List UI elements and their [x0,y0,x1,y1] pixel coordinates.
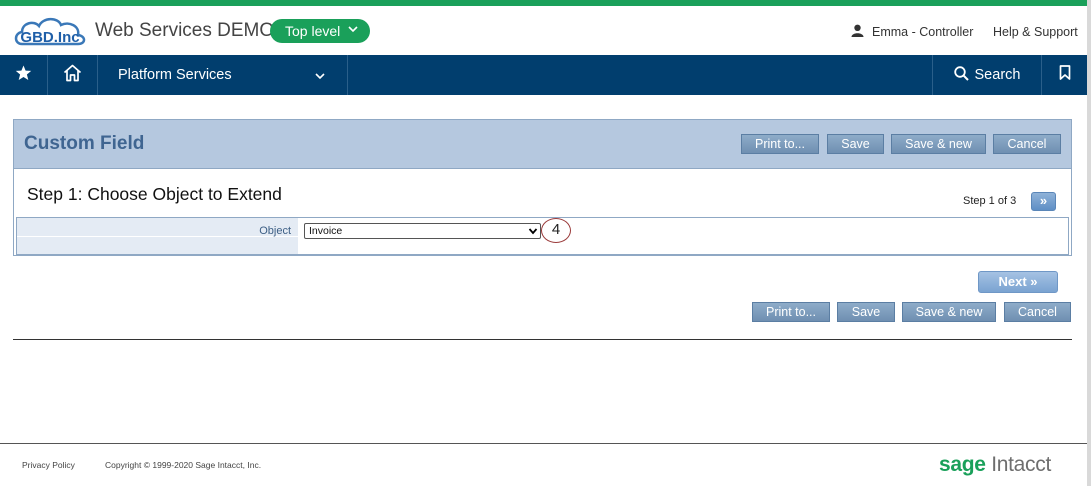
help-support-link[interactable]: Help & Support [993,25,1078,39]
save-button[interactable]: Save [827,134,884,154]
chevron-down-icon [315,68,325,84]
object-select-value: Invoice [309,225,343,237]
bookmark-button[interactable] [1042,55,1087,95]
bottom-print-to-button[interactable]: Print to... [752,302,830,322]
platform-services-menu[interactable]: Platform Services [98,55,348,95]
search-icon [953,65,969,85]
search-label: Search [974,67,1021,83]
top-level-button[interactable]: Top level [270,19,371,43]
step-title: Step 1: Choose Object to Extend [27,184,282,204]
scrollbar[interactable] [1087,0,1091,486]
object-field-row: Object Invoice 4 [16,217,1069,255]
star-icon [15,65,32,86]
cloud-logo-icon: GBD.Inc [14,17,86,46]
footer-divider [0,443,1087,444]
search-button[interactable]: Search [932,55,1042,95]
app-header: GBD.Inc Web Services DEMO Top level Emma… [0,6,1087,55]
sage-intacct-logo: sage Intacct [939,453,1051,477]
save-and-new-button[interactable]: Save & new [891,134,986,154]
bottom-save-and-new-button[interactable]: Save & new [902,302,996,322]
page-title: Custom Field [24,133,145,154]
panel-header: Custom Field Print to... Save Save & new… [14,120,1071,169]
platform-services-label: Platform Services [118,67,232,83]
object-field-label: Object [259,225,291,237]
content-divider [13,339,1072,340]
brand-intacct: Intacct [991,453,1051,476]
object-select[interactable]: Invoice [304,223,541,239]
custom-field-panel: Custom Field Print to... Save Save & new… [13,119,1072,256]
chevron-down-icon [348,19,358,43]
copyright-text: Copyright © 1999-2020 Sage Intacct, Inc. [105,460,262,470]
step-next-button[interactable]: » [1031,192,1056,211]
user-menu[interactable]: Emma - Controller [851,24,973,40]
logo-text: GBD.Inc [20,29,79,46]
app-title: Web Services DEMO [95,20,275,41]
main-navbar: Platform Services Search [0,55,1087,95]
user-icon [851,24,864,40]
home-icon [63,64,82,87]
chevron-down-icon [528,224,538,243]
user-label: Emma - Controller [872,25,974,39]
step-counter: Step 1 of 3 [963,195,1017,207]
page: GBD.Inc Web Services DEMO Top level Emma… [0,0,1091,486]
bookmark-icon [1059,65,1071,85]
top-level-label: Top level [285,23,341,39]
step-number-badge: 4 [541,218,571,243]
cancel-button[interactable]: Cancel [993,134,1061,154]
bottom-cancel-button[interactable]: Cancel [1004,302,1071,322]
next-button[interactable]: Next » [978,271,1058,293]
brand-sage: sage [939,453,986,476]
home-button[interactable] [48,55,98,95]
field-label-separator [17,236,298,237]
bottom-save-button[interactable]: Save [837,302,895,322]
favorites-button[interactable] [0,55,48,95]
privacy-policy-link[interactable]: Privacy Policy [22,460,75,470]
company-logo[interactable]: GBD.Inc [12,14,88,50]
field-label-cell: Object [17,218,298,254]
print-to-button[interactable]: Print to... [741,134,819,154]
